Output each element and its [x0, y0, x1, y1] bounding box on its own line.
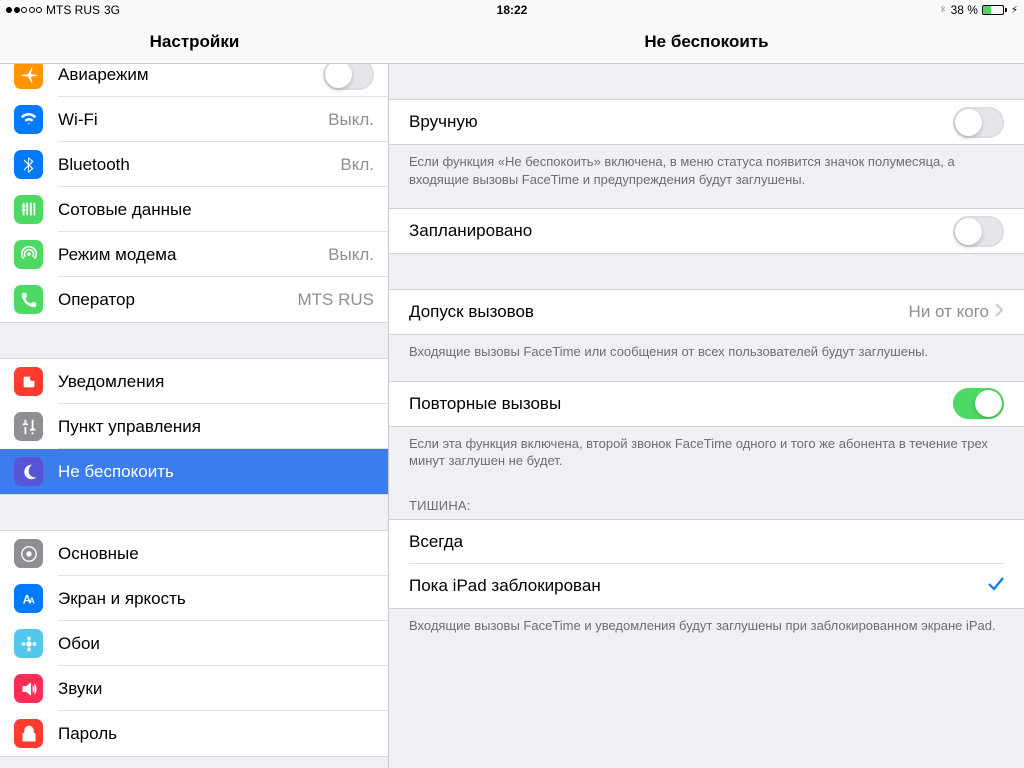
- hotspot-value: Выкл.: [328, 245, 374, 265]
- wifi-icon: [14, 105, 43, 134]
- sidebar-item-passcode[interactable]: Пароль: [0, 711, 388, 756]
- sidebar-item-label: Звуки: [58, 679, 388, 699]
- status-right: 38 % ⚡︎: [939, 3, 1018, 18]
- sidebar-item-label: Пункт управления: [58, 417, 388, 437]
- sidebar-item-bluetooth[interactable]: Bluetooth Вкл.: [0, 142, 388, 187]
- status-bar: MTS RUS 3G 18:22 38 % ⚡︎: [0, 0, 1024, 20]
- manual-row[interactable]: Вручную: [409, 100, 1004, 144]
- sidebar-group-notify: Уведомления Пункт управления Не беспокои…: [0, 358, 388, 495]
- lock-icon: [14, 719, 43, 748]
- svg-text:A: A: [29, 596, 35, 605]
- silence-option-label: Пока iPad заблокирован: [409, 576, 988, 596]
- silence-locked[interactable]: Пока iPad заблокирован: [409, 564, 1004, 608]
- repeated-row[interactable]: Повторные вызовы: [409, 382, 1004, 426]
- cellular-icon: [14, 195, 43, 224]
- settings-title: Настройки: [0, 20, 389, 64]
- notifications-icon: [14, 367, 43, 396]
- scheduled-toggle[interactable]: [953, 216, 1004, 247]
- repeated-toggle[interactable]: [953, 388, 1004, 419]
- allow-label: Допуск вызовов: [409, 302, 909, 322]
- repeated-label: Повторные вызовы: [409, 394, 953, 414]
- wifi-value: Выкл.: [328, 110, 374, 130]
- allow-value: Ни от кого: [909, 302, 989, 322]
- sidebar-item-cellular[interactable]: Сотовые данные: [0, 187, 388, 232]
- sidebar-item-carrier[interactable]: Оператор MTS RUS: [0, 277, 388, 322]
- chevron-right-icon: [995, 303, 1004, 322]
- sidebar-item-label: Основные: [58, 544, 388, 564]
- silence-option-label: Всегда: [409, 532, 1004, 552]
- sidebar-item-label: Bluetooth: [58, 155, 340, 175]
- silence-group: Всегда Пока iPad заблокирован: [389, 519, 1024, 609]
- network-type: 3G: [104, 3, 120, 17]
- manual-toggle[interactable]: [953, 107, 1004, 138]
- sidebar-item-sounds[interactable]: Звуки: [0, 666, 388, 711]
- control-center-icon: [14, 412, 43, 441]
- sidebar-item-display[interactable]: AA Экран и яркость: [0, 576, 388, 621]
- allow-caption: Входящие вызовы FaceTime или сообщения о…: [389, 335, 1024, 367]
- detail-title: Не беспокоить: [389, 20, 1024, 64]
- bluetooth-icon: [14, 150, 43, 179]
- sidebar-item-wifi[interactable]: Wi-Fi Выкл.: [0, 97, 388, 142]
- speaker-icon: [14, 674, 43, 703]
- sidebar-item-notifications[interactable]: Уведомления: [0, 359, 388, 404]
- checkmark-icon: [988, 575, 1004, 596]
- carrier-label: MTS RUS: [46, 3, 100, 17]
- sidebar-item-label: Авиарежим: [58, 65, 323, 85]
- settings-sidebar[interactable]: Авиарежим Wi-Fi Выкл. Bluetooth Вкл. Сот…: [0, 64, 389, 768]
- header: Настройки Не беспокоить: [0, 20, 1024, 64]
- carrier-value: MTS RUS: [298, 290, 375, 310]
- silence-header: ТИШИНА:: [389, 476, 1024, 519]
- sidebar-item-general[interactable]: Основные: [0, 531, 388, 576]
- sidebar-group-device: Основные AA Экран и яркость Обои Звуки П…: [0, 530, 388, 757]
- scheduled-group: Запланировано: [389, 208, 1024, 254]
- scheduled-label: Запланировано: [409, 221, 953, 241]
- sidebar-item-wallpaper[interactable]: Обои: [0, 621, 388, 666]
- sidebar-item-label: Пароль: [58, 724, 388, 744]
- sidebar-item-label: Сотовые данные: [58, 200, 388, 220]
- repeated-group: Повторные вызовы: [389, 381, 1024, 427]
- manual-caption: Если функция «Не беспокоить» включена, в…: [389, 145, 1024, 194]
- status-left: MTS RUS 3G: [6, 3, 120, 17]
- battery-icon: [982, 5, 1007, 15]
- bluetooth-status-icon: [939, 3, 947, 18]
- wallpaper-icon: [14, 629, 43, 658]
- moon-icon: [14, 457, 43, 486]
- airplane-toggle[interactable]: [323, 64, 374, 90]
- scheduled-row[interactable]: Запланировано: [409, 209, 1004, 253]
- display-icon: AA: [14, 584, 43, 613]
- dnd-detail-panel[interactable]: Вручную Если функция «Не беспокоить» вкл…: [389, 64, 1024, 768]
- sidebar-item-airplane[interactable]: Авиарежим: [0, 64, 388, 97]
- manual-group: Вручную: [389, 99, 1024, 145]
- repeated-caption: Если эта функция включена, второй звонок…: [389, 427, 1024, 476]
- phone-icon: [14, 285, 43, 314]
- hotspot-icon: [14, 240, 43, 269]
- manual-label: Вручную: [409, 112, 953, 132]
- sidebar-item-label: Оператор: [58, 290, 298, 310]
- airplane-icon: [14, 64, 43, 89]
- sidebar-item-label: Wi-Fi: [58, 110, 328, 130]
- silence-caption: Входящие вызовы FaceTime и уведомления б…: [389, 609, 1024, 641]
- gear-icon: [14, 539, 43, 568]
- allow-group: Допуск вызовов Ни от кого: [389, 289, 1024, 335]
- sidebar-item-label: Уведомления: [58, 372, 388, 392]
- sidebar-item-label: Режим модема: [58, 245, 328, 265]
- sidebar-item-control-center[interactable]: Пункт управления: [0, 404, 388, 449]
- sidebar-item-label: Экран и яркость: [58, 589, 388, 609]
- charging-icon: ⚡︎: [1011, 5, 1018, 16]
- sidebar-item-label: Не беспокоить: [58, 462, 388, 482]
- silence-always[interactable]: Всегда: [409, 520, 1004, 564]
- clock: 18:22: [497, 3, 528, 17]
- bluetooth-value: Вкл.: [340, 155, 374, 175]
- signal-strength-icon: [6, 7, 42, 13]
- sidebar-group-connections: Авиарежим Wi-Fi Выкл. Bluetooth Вкл. Сот…: [0, 64, 388, 323]
- sidebar-item-label: Обои: [58, 634, 388, 654]
- allow-row[interactable]: Допуск вызовов Ни от кого: [409, 290, 1004, 334]
- sidebar-item-hotspot[interactable]: Режим модема Выкл.: [0, 232, 388, 277]
- sidebar-item-dnd[interactable]: Не беспокоить: [0, 449, 388, 494]
- battery-percentage: 38 %: [951, 3, 978, 17]
